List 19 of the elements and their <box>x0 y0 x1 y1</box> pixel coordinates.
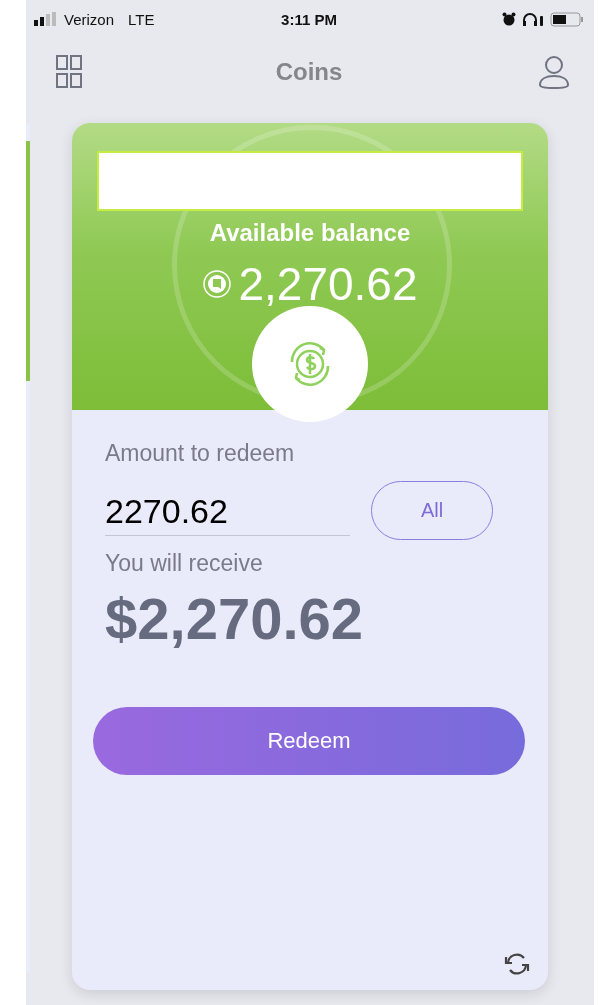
amount-label: Amount to redeem <box>105 440 296 467</box>
redeem-button[interactable]: Redeem <box>93 707 525 775</box>
grid-menu-icon[interactable] <box>56 54 82 89</box>
signal-icon <box>34 12 58 26</box>
network-type: LTE <box>128 10 155 28</box>
receive-label: You will receive <box>105 550 264 577</box>
page-title: Coins <box>275 57 343 86</box>
alarm-clock-icon <box>502 12 516 26</box>
battery-icon <box>550 11 584 27</box>
amount-input[interactable]: 2270.62 <box>105 485 350 536</box>
balance-amount: 2,270.62 <box>238 257 418 311</box>
status-time: 3:11 PM <box>281 10 337 28</box>
carrier-name: Verizon <box>64 10 115 28</box>
receive-amount: $2,270.62 <box>105 585 365 652</box>
balance-label: Available balance <box>209 219 411 247</box>
profile-icon[interactable] <box>536 54 572 89</box>
refresh-icon[interactable] <box>504 952 530 976</box>
headphones-icon <box>522 12 544 26</box>
coin-icon <box>202 269 233 299</box>
